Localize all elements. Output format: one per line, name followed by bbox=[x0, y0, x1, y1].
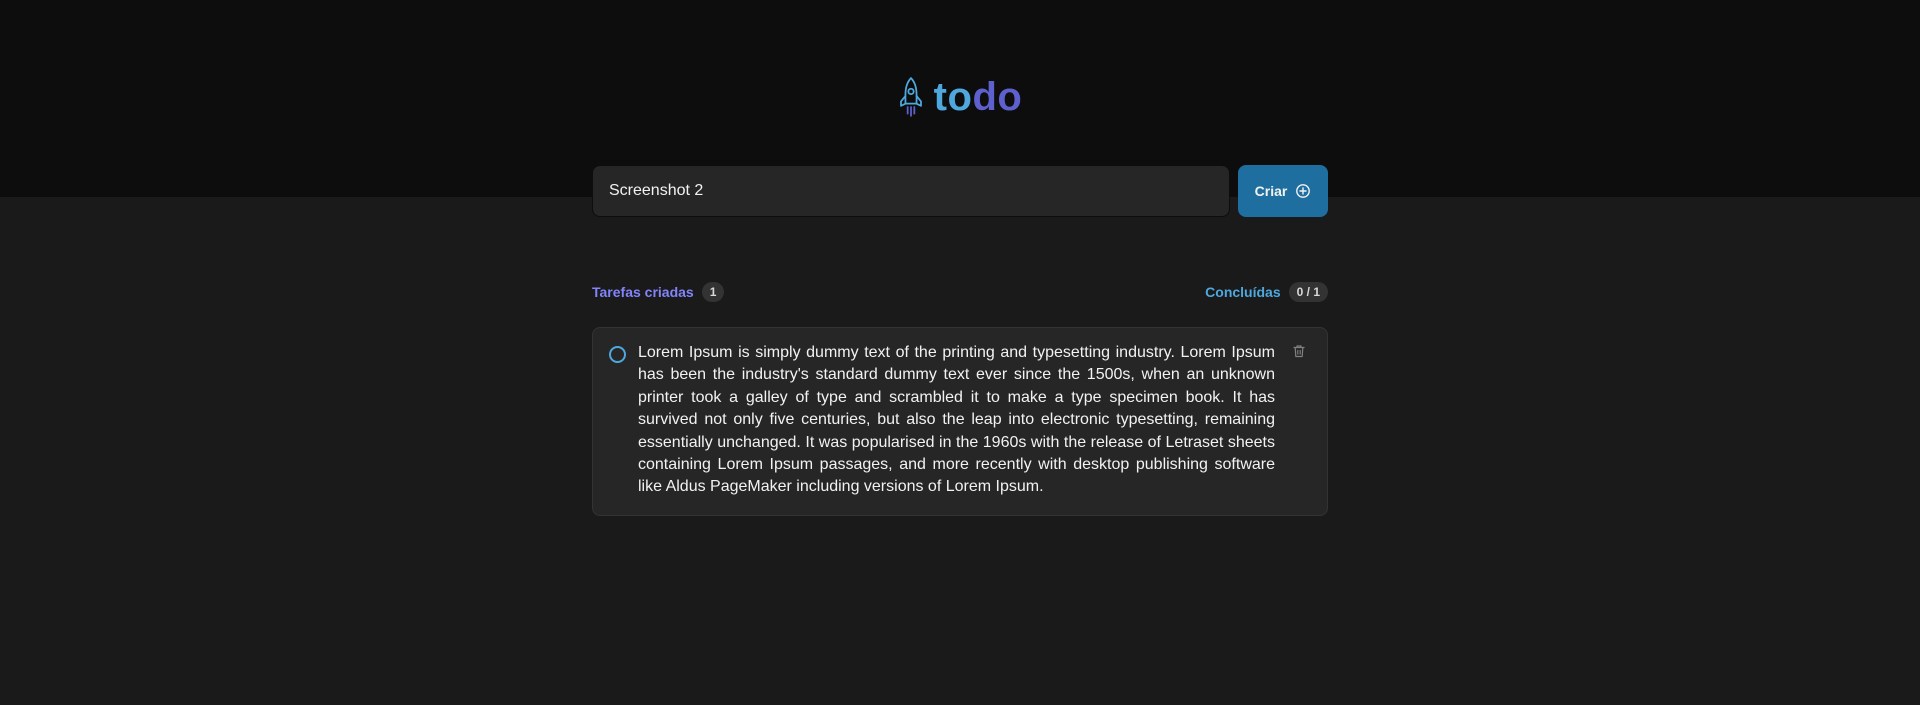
done-count-badge: 0 / 1 bbox=[1288, 282, 1328, 302]
plus-circle-icon bbox=[1296, 184, 1311, 198]
create-task-button[interactable]: Criar bbox=[1238, 165, 1328, 217]
logo: todo bbox=[0, 72, 1920, 122]
created-counter-label: Tarefas criadas bbox=[592, 284, 694, 300]
new-task-form: Criar bbox=[592, 165, 1328, 217]
create-button-label: Criar bbox=[1254, 183, 1288, 199]
rocket-icon bbox=[899, 77, 922, 117]
task-checkbox[interactable] bbox=[609, 346, 626, 363]
task-counters: Tarefas criadas 1 Concluídas 0 / 1 bbox=[592, 280, 1328, 304]
delete-task-button[interactable] bbox=[1287, 344, 1311, 368]
done-counter: Concluídas 0 / 1 bbox=[1205, 282, 1328, 302]
trash-icon bbox=[1293, 345, 1305, 358]
created-counter: Tarefas criadas 1 bbox=[592, 282, 725, 302]
task-item: Lorem Ipsum is simply dummy text of the … bbox=[592, 327, 1328, 516]
logo-text-do: do bbox=[972, 75, 1023, 119]
new-task-input[interactable] bbox=[592, 165, 1230, 217]
task-text: Lorem Ipsum is simply dummy text of the … bbox=[638, 344, 1275, 496]
task-list: Lorem Ipsum is simply dummy text of the … bbox=[592, 327, 1328, 516]
created-count-badge: 1 bbox=[701, 282, 725, 302]
done-counter-label: Concluídas bbox=[1205, 284, 1281, 300]
logo-text-to: to bbox=[933, 75, 973, 119]
app-title: todo bbox=[934, 77, 1023, 117]
